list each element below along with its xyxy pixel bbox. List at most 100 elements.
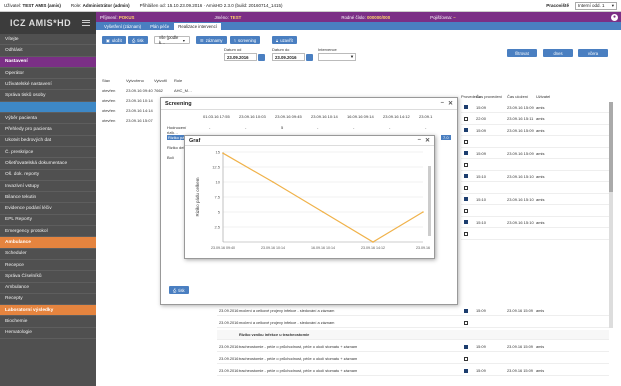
- table-row[interactable]: 15:10 23.09.16 15:10 amis: [461, 217, 609, 228]
- table-header[interactable]: Uživatel: [536, 94, 550, 99]
- table-row[interactable]: [461, 160, 609, 171]
- list-item[interactable]: 23.09.2016 tracheostomie - péče o průchod…: [217, 366, 609, 376]
- close-icon[interactable]: ✕: [425, 137, 430, 144]
- table-header[interactable]: Stav: [102, 78, 110, 83]
- sidebar-item[interactable]: Recepce: [0, 260, 96, 272]
- sidebar-item[interactable]: EPL Reporty: [0, 215, 96, 227]
- checkbox[interactable]: [464, 151, 468, 155]
- table-row[interactable]: 15:09 23.09.16 15:09 amis: [461, 148, 609, 159]
- sidebar-item[interactable]: Ošetřovatelská dokumentace: [0, 158, 96, 170]
- checkbox[interactable]: [464, 128, 468, 132]
- tab[interactable]: Realizace intervencí: [174, 23, 221, 30]
- checkbox[interactable]: [464, 185, 468, 190]
- data-point[interactable]: [422, 211, 424, 213]
- table-row[interactable]: 22:00 23.09.16 15:11 amis: [461, 114, 609, 125]
- table-header[interactable]: Role: [174, 78, 182, 83]
- list-item[interactable]: 23.09.2016 močení a celkové projevy infek…: [217, 318, 609, 328]
- sidebar-item[interactable]: Č. preskripce: [0, 147, 96, 159]
- checkbox[interactable]: [464, 308, 468, 313]
- data-point[interactable]: [272, 181, 274, 183]
- tab[interactable]: Vyšetření (záznam): [100, 23, 146, 30]
- sidebar-item[interactable]: Ambulance: [0, 237, 96, 249]
- sidebar-item[interactable]: Scheduler: [0, 249, 96, 260]
- table-row[interactable]: 15:09 23.09.16 15:09 amis: [461, 125, 609, 136]
- workplace-select[interactable]: Interní odd. 1 ▾: [575, 1, 617, 10]
- filter-button[interactable]: filtrovat: [507, 49, 537, 57]
- minimize-icon[interactable]: –: [418, 137, 421, 144]
- checkbox[interactable]: [464, 356, 468, 361]
- table-header[interactable]: Čas provedení: [476, 94, 502, 99]
- table-row[interactable]: [461, 206, 609, 217]
- tab[interactable]: Plán péče: [146, 23, 174, 30]
- lock-button[interactable]: 🔒︎ uzavřít: [272, 36, 297, 44]
- scrollbar[interactable]: [428, 166, 431, 236]
- calendar-icon[interactable]: [306, 53, 313, 61]
- close-icon[interactable]: ✕: [448, 100, 453, 107]
- sidebar-item[interactable]: Laboratorní výsledky: [0, 305, 96, 317]
- today-button[interactable]: dnes: [543, 49, 573, 57]
- checkbox[interactable]: [464, 231, 468, 236]
- list-item[interactable]: Riziko vzniku infekce u tracheostomie: [217, 330, 609, 340]
- sidebar-item[interactable]: Správa tisků osoby: [0, 90, 96, 102]
- sidebar-item[interactable]: Správa Číselníků: [0, 271, 96, 283]
- print-button[interactable]: ⎙ tisk: [128, 36, 148, 44]
- sidebar-item[interactable]: Recepty: [0, 294, 96, 306]
- checkbox[interactable]: [464, 162, 468, 167]
- date-from-input[interactable]: 23.09.2016: [224, 53, 257, 61]
- checkbox[interactable]: [464, 220, 468, 224]
- save-button[interactable]: ▣ uložit: [102, 36, 126, 44]
- notes-button[interactable]: ☰ záznamy: [196, 36, 227, 44]
- sidebar-item[interactable]: Evidence podání léčiv: [0, 203, 96, 215]
- sidebar-item[interactable]: Emergency protokol: [0, 226, 96, 238]
- sidebar-item[interactable]: Biochemie: [0, 316, 96, 328]
- checkbox[interactable]: [464, 368, 468, 373]
- scrollbar-thumb[interactable]: [609, 102, 613, 192]
- sidebar-item[interactable]: Oš. dok. reporty: [0, 170, 96, 181]
- checkbox[interactable]: [464, 197, 468, 201]
- data-point[interactable]: [222, 152, 224, 154]
- table-row[interactable]: 15:09 23.09.16 15:09 amis: [461, 102, 609, 113]
- sidebar-item[interactable]: Hematologie: [0, 328, 96, 340]
- sidebar-item[interactable]: Odhlásit: [0, 45, 96, 57]
- sidebar-item[interactable]: Bilance tekutin: [0, 192, 96, 204]
- screening-button[interactable]: ⌇ screening: [230, 36, 261, 44]
- table-row[interactable]: 15:10 23.09.16 15:10 amis: [461, 194, 609, 205]
- intervention-select[interactable]: ▾: [318, 53, 356, 61]
- data-point[interactable]: [322, 211, 324, 213]
- user-avatar-icon[interactable]: ●: [611, 13, 618, 21]
- sidebar-item[interactable]: Ambulance: [0, 283, 96, 294]
- screening-row-label[interactable]: Hodnocení rizik…: [167, 125, 197, 135]
- checkbox[interactable]: [464, 105, 468, 109]
- calendar-icon[interactable]: [258, 53, 265, 61]
- list-item[interactable]: 23.09.2016 tracheostomie - péče o průchod…: [217, 342, 609, 352]
- sidebar-item[interactable]: Vítejte: [0, 34, 96, 46]
- minimize-icon[interactable]: –: [441, 100, 444, 107]
- screening-print-button[interactable]: ⎙ tisk: [169, 286, 189, 294]
- date-to-input[interactable]: 23.09.2016: [272, 53, 305, 61]
- sidebar-item[interactable]: Výběr pacienta: [0, 113, 96, 125]
- checkbox[interactable]: [464, 344, 468, 349]
- sidebar-item[interactable]: Invazivní vstupy: [0, 181, 96, 193]
- list-item[interactable]: 23.09.2016 močení a celkové projevy infek…: [217, 306, 609, 316]
- hamburger-menu-icon[interactable]: [82, 20, 90, 26]
- table-header[interactable]: Vytvořeno: [126, 78, 144, 83]
- table-row[interactable]: [461, 137, 609, 148]
- sidebar-item[interactable]: Přehledy pro pacienta: [0, 124, 96, 136]
- checkbox[interactable]: [464, 174, 468, 178]
- yesterday-button[interactable]: včera: [578, 49, 608, 57]
- table-header[interactable]: Čas uložení: [507, 94, 528, 99]
- sidebar-item[interactable]: Nastavení: [0, 56, 96, 68]
- table-row[interactable]: [461, 183, 609, 194]
- sidebar-item[interactable]: Ukotvit bedrových dat: [0, 136, 96, 147]
- data-point[interactable]: [372, 241, 374, 243]
- sidebar-item[interactable]: [0, 101, 96, 114]
- table-row[interactable]: [461, 229, 609, 240]
- table-header[interactable]: Vytvořil: [154, 78, 167, 83]
- checkbox[interactable]: [464, 139, 468, 144]
- sidebar-item[interactable]: Uživatelské nastavení: [0, 79, 96, 91]
- checkbox[interactable]: [464, 208, 468, 213]
- sidebar-item[interactable]: Operátor: [0, 68, 96, 80]
- view-select[interactable]: vše (podle k… ▾: [154, 35, 190, 45]
- list-item[interactable]: 23.09.2016 tracheostomie - péče o průchod…: [217, 354, 609, 364]
- checkbox[interactable]: [464, 116, 468, 121]
